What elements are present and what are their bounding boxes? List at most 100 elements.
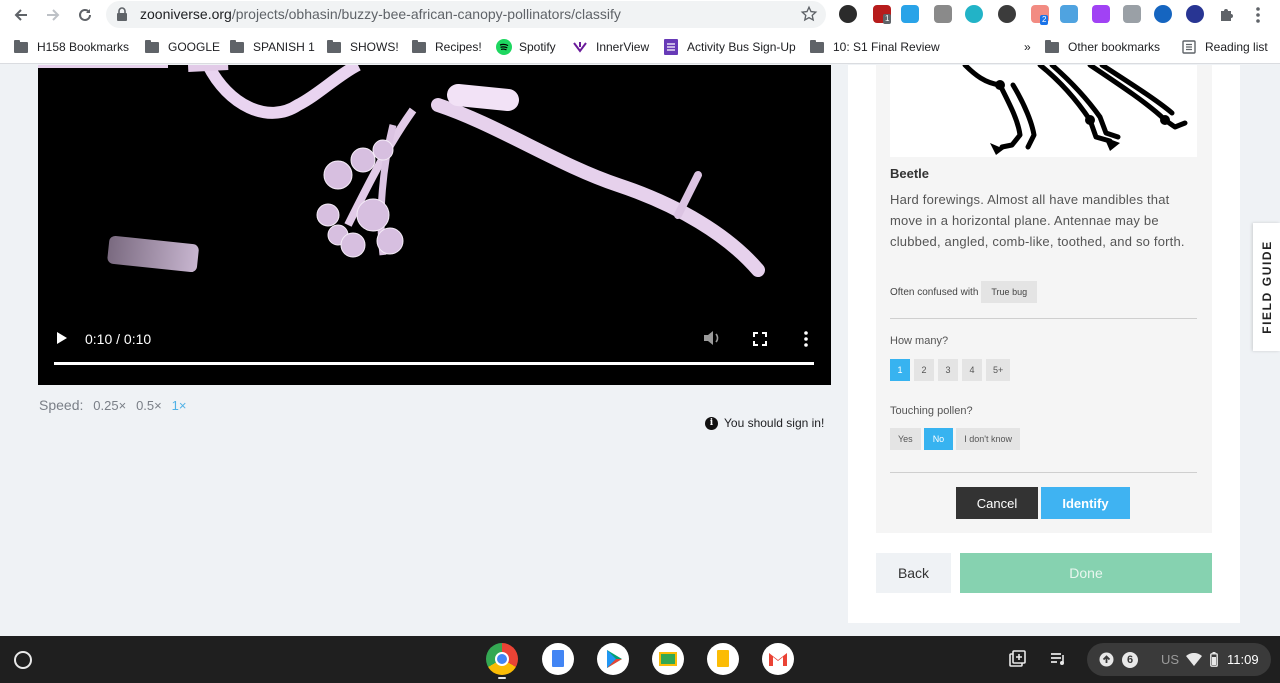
bookmark-activity-bus[interactable]: Activity Bus Sign-Up xyxy=(664,39,796,55)
extension-cloud-icon[interactable] xyxy=(1060,5,1078,23)
identify-button[interactable]: Identify xyxy=(1041,487,1130,519)
docs-app-icon[interactable] xyxy=(542,643,574,675)
bookmark-spanish[interactable]: SPANISH 1 xyxy=(230,39,315,55)
bookmark-google[interactable]: GOOGLE xyxy=(145,39,220,55)
video-time: 0:10 / 0:10 xyxy=(85,331,152,347)
extension-share-icon[interactable]: 2 xyxy=(1031,5,1049,25)
fullscreen-icon[interactable] xyxy=(753,332,767,346)
folder-icon xyxy=(145,39,159,53)
forward-arrow-icon[interactable] xyxy=(42,4,64,26)
folder-icon xyxy=(412,39,426,53)
play-icon[interactable] xyxy=(56,331,68,345)
confused-with-label: Often confused with xyxy=(890,286,979,298)
done-button[interactable]: Done xyxy=(960,553,1212,593)
how-many-option-1[interactable]: 1 xyxy=(890,359,910,381)
speed-label: Speed: xyxy=(39,397,84,413)
bookmarks-bar: H158 Bookmarks GOOGLE SPANISH 1 SHOWS! R… xyxy=(0,30,1280,64)
reading-list[interactable]: Reading list xyxy=(1182,39,1268,55)
extension-ninja-icon[interactable] xyxy=(839,5,857,23)
how-many-option-2[interactable]: 2 xyxy=(914,359,934,381)
back-arrow-icon[interactable] xyxy=(10,4,32,26)
bookmark-spotify[interactable]: Spotify xyxy=(496,39,556,55)
bookmark-shows[interactable]: SHOWS! xyxy=(327,39,399,55)
extension-download-icon[interactable] xyxy=(901,5,919,23)
how-many-option-4[interactable]: 4 xyxy=(962,359,982,381)
touching-pollen-options: Yes No I don't know xyxy=(890,428,1020,450)
bookmark-other[interactable]: Other bookmarks xyxy=(1045,39,1160,55)
chrome-app-icon[interactable] xyxy=(486,643,518,675)
kebab-menu-icon[interactable] xyxy=(1247,4,1269,26)
extensions-puzzle-icon[interactable] xyxy=(1215,4,1237,26)
confused-with-true-bug[interactable]: True bug xyxy=(981,281,1038,303)
how-many-options: 1 2 3 4 5+ xyxy=(890,359,1011,381)
speed-option-025[interactable]: 0.25× xyxy=(93,398,126,413)
extension-globe-icon[interactable] xyxy=(965,5,983,23)
divider xyxy=(890,318,1197,319)
extension-blue-icon[interactable] xyxy=(1154,5,1172,23)
extension-r-icon[interactable] xyxy=(934,5,952,23)
play-store-app-icon[interactable] xyxy=(597,643,629,675)
pollen-option-dont-know[interactable]: I don't know xyxy=(956,428,1020,450)
extension-purple-icon[interactable] xyxy=(1092,5,1110,23)
bookmark-folder-icon xyxy=(14,39,28,53)
folder-icon xyxy=(1045,39,1059,53)
field-guide-label: FIELD GUIDE xyxy=(1259,240,1274,334)
notification-count: 6 xyxy=(1122,652,1138,668)
bookmarks-overflow[interactable]: » xyxy=(1024,39,1031,55)
update-icon xyxy=(1099,652,1114,667)
how-many-option-5plus[interactable]: 5+ xyxy=(986,359,1011,381)
tote-icon[interactable] xyxy=(1007,649,1027,669)
address-bar[interactable]: zooniverse.org/projects/obhasin/buzzy-be… xyxy=(106,1,826,28)
pollen-option-no[interactable]: No xyxy=(923,428,954,450)
battery-icon xyxy=(1210,652,1218,667)
video-menu-icon[interactable] xyxy=(804,331,808,347)
field-guide-tab[interactable]: FIELD GUIDE xyxy=(1253,223,1280,351)
gmail-app-icon[interactable] xyxy=(762,643,794,675)
divider xyxy=(890,472,1197,473)
pollen-option-yes[interactable]: Yes xyxy=(890,428,921,450)
video-player[interactable]: 0:10 / 0:10 xyxy=(38,65,831,385)
folder-icon xyxy=(230,39,244,53)
extension-lp-icon[interactable] xyxy=(998,5,1016,23)
extension-shield-icon[interactable]: 1 xyxy=(873,5,892,24)
speed-option-05[interactable]: 0.5× xyxy=(136,398,162,413)
url-text[interactable]: zooniverse.org/projects/obhasin/buzzy-be… xyxy=(140,6,621,22)
touching-pollen-label: Touching pollen? xyxy=(890,405,973,417)
species-description: Hard forewings. Almost all have mandible… xyxy=(890,192,1185,249)
reload-icon[interactable] xyxy=(74,4,96,26)
status-area[interactable]: 6 US 11:09 xyxy=(1087,643,1271,676)
input-method-label: US xyxy=(1161,652,1180,667)
running-indicator xyxy=(498,677,506,679)
bookmark-recipes[interactable]: Recipes! xyxy=(412,39,482,55)
video-progress-bar[interactable] xyxy=(54,362,814,365)
forms-icon xyxy=(664,39,678,55)
extension-k-icon[interactable] xyxy=(1186,5,1204,23)
bookmark-innerview[interactable]: InnerView xyxy=(572,39,649,55)
volume-icon[interactable] xyxy=(703,330,721,346)
speed-option-1[interactable]: 1× xyxy=(172,398,187,413)
wifi-icon xyxy=(1186,653,1202,666)
media-controls-icon[interactable] xyxy=(1048,649,1068,669)
how-many-option-3[interactable]: 3 xyxy=(938,359,958,381)
back-button[interactable]: Back xyxy=(876,553,951,593)
os-taskbar: 6 US 11:09 xyxy=(0,636,1280,683)
slides-app-icon[interactable] xyxy=(707,643,739,675)
extension-copy-icon[interactable] xyxy=(1123,5,1141,23)
sign-in-notice[interactable]: i You should sign in! xyxy=(705,416,824,430)
bookmark-final-review[interactable]: 10: S1 Final Review xyxy=(810,39,940,55)
bookmark-h158[interactable]: H158 Bookmarks xyxy=(14,39,129,55)
lock-icon[interactable] xyxy=(116,7,128,21)
bookmark-star-icon[interactable] xyxy=(800,5,818,23)
beetle-illustration xyxy=(890,65,1197,157)
folder-icon xyxy=(810,39,824,53)
cancel-button[interactable]: Cancel xyxy=(956,487,1038,519)
speed-controls: Speed: 0.25× 0.5× 1× xyxy=(39,397,186,413)
spotify-icon xyxy=(496,39,512,55)
species-card: Beetle Hard forewings. Almost all have m… xyxy=(876,65,1212,533)
launcher-icon[interactable] xyxy=(14,651,32,669)
species-name: Beetle xyxy=(890,166,930,181)
confused-with-row: Often confused with True bug xyxy=(890,281,1038,303)
extension-badge: 1 xyxy=(883,14,892,24)
classroom-app-icon[interactable] xyxy=(652,643,684,675)
info-icon: i xyxy=(705,416,718,430)
